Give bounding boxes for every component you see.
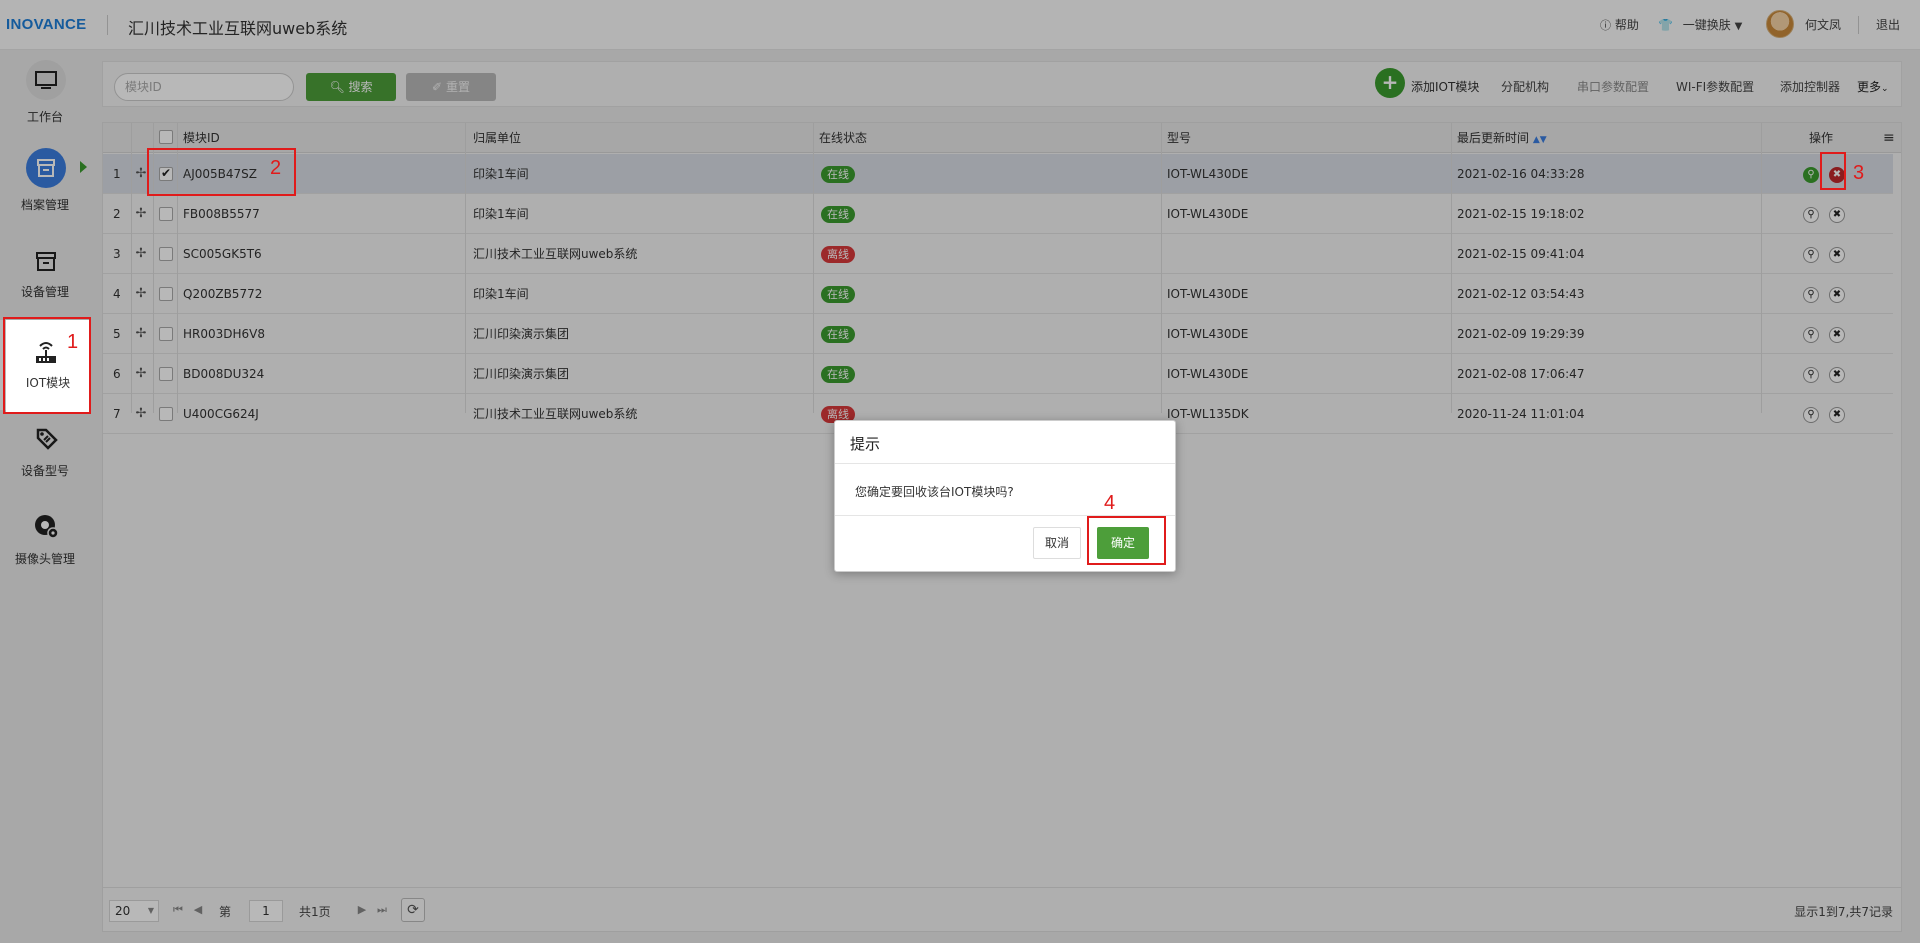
dialog-title: 提示: [850, 435, 881, 453]
dialog-divider: [835, 463, 1175, 464]
annotation-number: 2: [270, 157, 282, 179]
annotation-number: 3: [1853, 162, 1865, 184]
annotation-box: [1087, 516, 1166, 565]
annotation-number: 1: [67, 331, 79, 353]
annotation-number: 4: [1104, 492, 1116, 514]
dialog-message: 您确定要回收该台IOT模块吗?: [855, 485, 1014, 499]
annotation-box: [1820, 152, 1846, 190]
cancel-button[interactable]: 取消: [1033, 527, 1081, 559]
